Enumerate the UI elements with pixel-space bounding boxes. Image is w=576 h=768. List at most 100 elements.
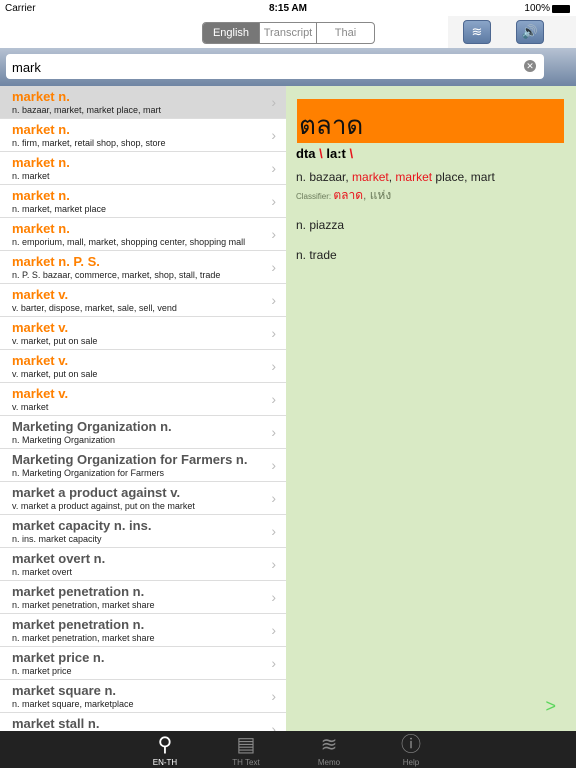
sense-1: n. bazaar, market, market place, mart bbox=[296, 170, 495, 184]
entry-title: market penetration n. bbox=[12, 584, 145, 599]
entry-description: n. market, market place bbox=[12, 204, 107, 214]
entry-title: market capacity n. ins. bbox=[12, 518, 152, 533]
chevron-right-icon: › bbox=[271, 193, 276, 209]
battery-icon bbox=[552, 4, 570, 13]
toolbar-buttons: ≋ 🔊 bbox=[448, 16, 576, 48]
entry-title: Marketing Organization for Farmers n. bbox=[12, 452, 248, 467]
chevron-right-icon: › bbox=[271, 226, 276, 242]
entry-description: v. market bbox=[12, 402, 49, 412]
entry-description: v. market a product against, put on the … bbox=[12, 501, 195, 511]
tab-bar: ⚲ EN-TH ▤ TH Text ≋ Memo ⓘ Help bbox=[0, 731, 576, 768]
list-item[interactable]: Marketing Organization n. n. Marketing Or… bbox=[0, 416, 286, 449]
list-item[interactable]: market penetration n. n. market penetrati… bbox=[0, 614, 286, 647]
chevron-right-icon: › bbox=[271, 622, 276, 638]
entry-description: n. P. S. bazaar, commerce, market, shop,… bbox=[12, 270, 221, 280]
clear-icon[interactable]: ✕ bbox=[524, 60, 536, 72]
chevron-right-icon: › bbox=[271, 556, 276, 572]
tab-memo[interactable]: ≋ Memo bbox=[304, 733, 354, 767]
list-item[interactable]: market penetration n. n. market penetrati… bbox=[0, 581, 286, 614]
chevron-right-icon: › bbox=[271, 259, 276, 275]
chevron-right-icon: › bbox=[271, 358, 276, 374]
entry-description: n. Marketing Organization for Farmers bbox=[12, 468, 165, 478]
entry-title: market penetration n. bbox=[12, 617, 145, 632]
speaker-button[interactable]: 🔊 bbox=[516, 20, 544, 44]
segment-transcript[interactable]: Transcript bbox=[260, 23, 317, 43]
layers-icon: ≋ bbox=[471, 24, 483, 39]
tab-th-text[interactable]: ▤ TH Text bbox=[221, 733, 271, 767]
entry-description: n. market square, marketplace bbox=[12, 699, 134, 709]
search-input[interactable]: mark ✕ bbox=[6, 54, 544, 79]
list-item[interactable]: market price n. n. market price › bbox=[0, 647, 286, 680]
list-item[interactable]: market v. v. barter, dispose, market, sal… bbox=[0, 284, 286, 317]
info-icon: ⓘ bbox=[401, 734, 421, 756]
pronunciation: dta \ la:t \ bbox=[296, 146, 354, 161]
list-item[interactable]: market v. v. market, put on sale › bbox=[0, 317, 286, 350]
entry-title: market v. bbox=[12, 353, 69, 368]
entry-title: market n. P. S. bbox=[12, 254, 100, 269]
sense-3: n. trade bbox=[296, 248, 337, 262]
chevron-right-icon: › bbox=[271, 292, 276, 308]
chevron-right-icon: › bbox=[271, 160, 276, 176]
entry-title: market n. bbox=[12, 89, 70, 104]
entry-description: n. Marketing Organization bbox=[12, 435, 116, 445]
sense-2: n. piazza bbox=[296, 218, 345, 232]
list-item[interactable]: market n. n. bazaar, market, market place… bbox=[0, 86, 286, 119]
chevron-right-icon: › bbox=[271, 721, 276, 731]
entry-description: v. market, put on sale bbox=[12, 336, 98, 346]
chevron-right-icon: › bbox=[271, 325, 276, 341]
results-list[interactable]: market n. n. bazaar, market, market place… bbox=[0, 86, 286, 731]
entry-title: market stall n. bbox=[12, 716, 100, 731]
classifier: Classifier: ตลาด, แห่ง bbox=[296, 188, 392, 202]
chevron-right-icon: › bbox=[271, 127, 276, 143]
list-item[interactable]: market n. n. emporium, mall, market, shop… bbox=[0, 218, 286, 251]
segment-english[interactable]: English bbox=[203, 23, 260, 43]
chevron-right-icon: › bbox=[271, 490, 276, 506]
segment-thai[interactable]: Thai bbox=[317, 23, 374, 43]
entry-description: v. barter, dispose, market, sale, sell, … bbox=[12, 303, 177, 313]
entry-title: market overt n. bbox=[12, 551, 106, 566]
list-item[interactable]: market n. n. market, market place › bbox=[0, 185, 286, 218]
list-item[interactable]: Marketing Organization for Farmers n. n. … bbox=[0, 449, 286, 482]
list-item[interactable]: market overt n. n. market overt › bbox=[0, 548, 286, 581]
next-button[interactable]: > bbox=[545, 696, 556, 717]
list-item[interactable]: market v. v. market › bbox=[0, 383, 286, 416]
layers-button[interactable]: ≋ bbox=[463, 20, 491, 44]
tab-help[interactable]: ⓘ Help bbox=[386, 733, 436, 767]
search-bar: mark ✕ bbox=[0, 48, 576, 86]
entry-title: market v. bbox=[12, 287, 69, 302]
entry-title: market v. bbox=[12, 386, 69, 401]
entry-description: n. market price bbox=[12, 666, 72, 676]
entry-description: n. market penetration, market share bbox=[12, 600, 155, 610]
headword: ตลาด bbox=[297, 99, 564, 143]
chevron-right-icon: › bbox=[271, 457, 276, 473]
chevron-right-icon: › bbox=[271, 94, 276, 110]
list-item[interactable]: market square n. n. market square, market… bbox=[0, 680, 286, 713]
entry-description: n. emporium, mall, market, shopping cent… bbox=[12, 237, 246, 247]
entry-description: v. market, put on sale bbox=[12, 369, 98, 379]
entry-description: n. market bbox=[12, 171, 50, 181]
entry-description: n. market overt bbox=[12, 567, 73, 577]
entry-title: market n. bbox=[12, 155, 70, 170]
toolbar: English Transcript Thai ≋ 🔊 bbox=[0, 16, 576, 48]
search-icon: ⚲ bbox=[157, 734, 173, 756]
entry-title: market a product against v. bbox=[12, 485, 181, 500]
list-item[interactable]: market v. v. market, put on sale › bbox=[0, 350, 286, 383]
tab-en-th[interactable]: ⚲ EN-TH bbox=[140, 733, 190, 767]
entry-title: Marketing Organization n. bbox=[12, 419, 172, 434]
list-item[interactable]: market stall n. › bbox=[0, 713, 286, 731]
speaker-icon: 🔊 bbox=[521, 24, 539, 39]
document-icon: ▤ bbox=[236, 734, 256, 756]
list-item[interactable]: market n. P. S. n. P. S. bazaar, commerce… bbox=[0, 251, 286, 284]
list-item[interactable]: market n. n. firm, market, retail shop, s… bbox=[0, 119, 286, 152]
list-item[interactable]: market capacity n. ins. n. ins. market ca… bbox=[0, 515, 286, 548]
layers-icon: ≋ bbox=[320, 734, 338, 756]
detail-panel: ตลาด dta \ la:t \ n. bazaar, market, mar… bbox=[286, 86, 576, 731]
entry-description: n. market penetration, market share bbox=[12, 633, 155, 643]
status-bar: Carrier 8:15 AM 100% bbox=[0, 0, 576, 16]
entry-title: market n. bbox=[12, 188, 70, 203]
entry-description: n. firm, market, retail shop, shop, stor… bbox=[12, 138, 166, 148]
entry-description: n. bazaar, market, market place, mart bbox=[12, 105, 162, 115]
entry-description: n. ins. market capacity bbox=[12, 534, 102, 544]
list-item[interactable]: market a product against v. v. market a p… bbox=[0, 482, 286, 515]
list-item[interactable]: market n. n. market › bbox=[0, 152, 286, 185]
